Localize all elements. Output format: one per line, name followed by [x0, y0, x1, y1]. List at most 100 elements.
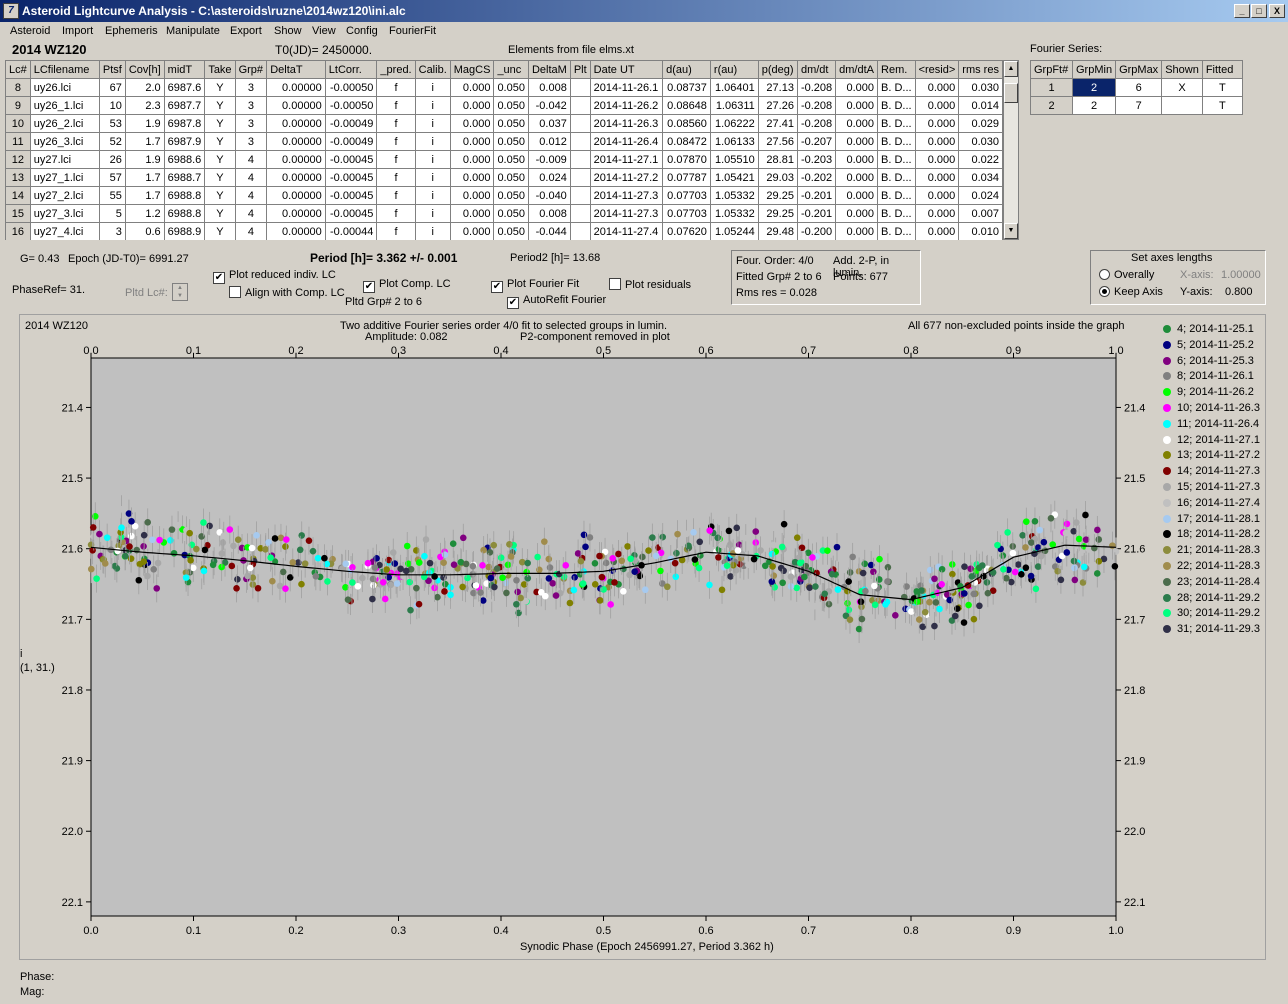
legend-marker-icon — [1163, 593, 1171, 602]
data-point — [371, 564, 379, 571]
legend-label: 10; 2014-11-26.3 — [1177, 402, 1260, 414]
data-point — [111, 562, 119, 570]
data-point — [153, 585, 161, 592]
data-point — [855, 625, 863, 633]
x-tick-label-top: 0.3 — [391, 345, 406, 357]
data-point — [523, 568, 530, 576]
data-point — [768, 550, 776, 558]
data-point — [846, 569, 854, 576]
data-point — [126, 543, 133, 550]
data-point — [757, 547, 764, 554]
x-tick-label-bottom: 0.4 — [493, 925, 508, 937]
data-point — [861, 560, 869, 568]
data-point — [205, 534, 212, 542]
data-point — [289, 559, 297, 566]
data-point — [228, 562, 236, 570]
legend-marker-icon — [1163, 451, 1171, 460]
data-point — [615, 550, 622, 558]
data-point — [983, 579, 991, 586]
legend-marker-icon — [1163, 340, 1171, 349]
data-point — [652, 552, 660, 560]
legend-marker-icon — [1163, 546, 1171, 555]
data-point — [507, 553, 515, 560]
data-point — [812, 583, 819, 590]
data-point — [144, 572, 151, 580]
data-point — [1003, 574, 1010, 582]
data-point — [220, 532, 228, 540]
data-point — [93, 575, 100, 582]
data-point — [970, 590, 978, 598]
data-point — [968, 573, 976, 580]
data-point — [1031, 518, 1039, 525]
x-tick-label-top: 0.4 — [493, 345, 508, 357]
data-point — [122, 552, 129, 560]
data-point — [517, 594, 524, 602]
data-point — [298, 580, 305, 588]
x-tick-label-top: 0.1 — [186, 345, 201, 357]
lightcurve-chart[interactable]: 0.0 0.0 0.1 0.1 0.2 0.2 0.3 0.3 0.4 0.4 0.5 0.5 0.6 0… — [0, 0, 1288, 1004]
data-point — [566, 599, 574, 607]
data-point — [742, 534, 750, 542]
legend-marker-icon — [1163, 483, 1171, 491]
x-tick-label-top: 0.8 — [903, 345, 918, 357]
data-point — [128, 518, 135, 525]
data-point — [913, 598, 921, 605]
data-point — [649, 534, 656, 541]
data-point — [859, 569, 867, 577]
data-point — [200, 567, 208, 575]
data-point — [1109, 542, 1116, 549]
data-point — [440, 559, 447, 567]
data-point — [631, 568, 638, 575]
data-point — [1009, 549, 1017, 557]
data-point — [965, 601, 972, 609]
data-point — [209, 561, 217, 569]
data-point — [673, 549, 680, 557]
data-point — [824, 547, 831, 554]
data-point — [723, 562, 731, 569]
legend-marker-icon — [1163, 562, 1171, 570]
data-point — [248, 544, 256, 552]
data-point — [219, 539, 227, 546]
legend-marker-icon — [1163, 609, 1171, 618]
data-point — [1071, 564, 1078, 572]
data-point — [779, 579, 786, 587]
data-point — [961, 590, 968, 597]
legend-label: 28; 2014-11-29.2 — [1177, 591, 1260, 604]
data-point — [369, 575, 377, 583]
data-point — [1062, 529, 1070, 537]
data-point — [282, 585, 289, 592]
data-point — [499, 574, 506, 582]
data-point — [1095, 536, 1103, 543]
data-point — [1063, 520, 1071, 528]
data-point — [596, 597, 604, 604]
data-point — [750, 555, 758, 563]
data-point — [267, 554, 274, 561]
data-point — [671, 559, 679, 567]
x-tick-label-top: 0.0 — [83, 345, 98, 357]
data-point — [314, 554, 322, 562]
data-point — [389, 549, 397, 556]
data-point — [744, 561, 752, 569]
data-point — [1022, 544, 1029, 551]
data-point — [472, 582, 480, 589]
data-point — [586, 534, 594, 541]
legend-item: 18; 2014-11-28.2 — [1163, 528, 1260, 540]
data-point — [657, 567, 664, 575]
data-point — [871, 601, 879, 609]
data-point — [167, 536, 174, 544]
data-point — [462, 560, 470, 568]
data-point — [422, 536, 430, 543]
data-point — [1112, 548, 1120, 555]
data-point — [413, 547, 420, 554]
data-point — [441, 551, 449, 558]
data-point — [1073, 519, 1080, 526]
data-point — [770, 541, 777, 549]
data-point — [690, 528, 697, 536]
data-point — [513, 576, 520, 584]
data-point — [536, 566, 543, 574]
legend-label: 8; 2014-11-26.1 — [1177, 370, 1254, 383]
legend-label: 15; 2014-11-27.3 — [1177, 481, 1260, 493]
data-point — [182, 574, 190, 581]
data-point — [226, 526, 234, 533]
data-point — [1034, 563, 1042, 570]
